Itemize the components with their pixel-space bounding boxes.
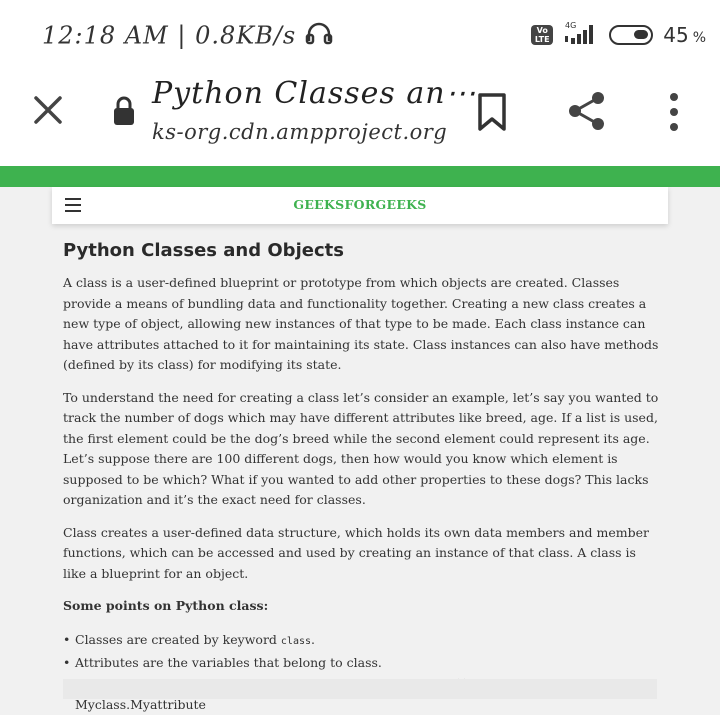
status-separator: | — [177, 21, 187, 50]
status-left: 12:18 AM | 0.8KB/s — [42, 20, 333, 51]
close-icon[interactable] — [30, 92, 66, 128]
site-top-bar — [0, 166, 720, 187]
site-brand[interactable]: GEEKSFORGEEKS — [52, 197, 668, 212]
network-type: 4G — [565, 21, 576, 30]
lock-icon[interactable] — [112, 96, 136, 126]
points-heading: Some points on Python class: — [63, 598, 269, 613]
points-list: Classes are created by keyword class. At… — [63, 629, 659, 715]
browser-toolbar: Python Classes an⋯ ks-org.cdn.ampproject… — [0, 70, 720, 167]
list-item: Classes are created by keyword class. — [63, 629, 659, 652]
article: Python Classes and Objects A class is a … — [63, 240, 659, 715]
article-paragraph: To understand the need for creating a cl… — [63, 389, 659, 508]
status-right: Vo LTE 4G 45% — [531, 20, 706, 50]
status-bar: 12:18 AM | 0.8KB/s Vo LTE 4G 45% — [0, 0, 720, 70]
battery-percent: 45% — [663, 23, 706, 47]
list-item: Attributes are the variables that belong… — [63, 652, 659, 673]
code-block — [63, 679, 657, 699]
article-heading: Python Classes and Objects — [63, 240, 344, 261]
more-vert-icon[interactable] — [660, 92, 688, 132]
page-url[interactable]: ks-org.cdn.ampproject.org — [152, 120, 447, 144]
article-paragraph: A class is a user-defined blueprint or p… — [63, 275, 659, 372]
bookmark-icon[interactable] — [476, 92, 508, 132]
status-speed: 0.8KB/s — [195, 21, 297, 50]
inline-code: class — [280, 635, 312, 647]
page-title[interactable]: Python Classes an⋯ — [152, 76, 477, 111]
signal-icon: 4G — [563, 20, 599, 50]
status-time: 12:18 AM — [42, 21, 169, 50]
volte-icon: Vo LTE — [531, 25, 554, 45]
article-paragraph: Class creates a user-defined data struct… — [63, 524, 649, 581]
battery-icon — [609, 25, 654, 45]
site-header: GEEKSFORGEEKS — [52, 187, 668, 224]
share-icon[interactable] — [566, 90, 608, 132]
headphones-icon — [305, 22, 333, 51]
